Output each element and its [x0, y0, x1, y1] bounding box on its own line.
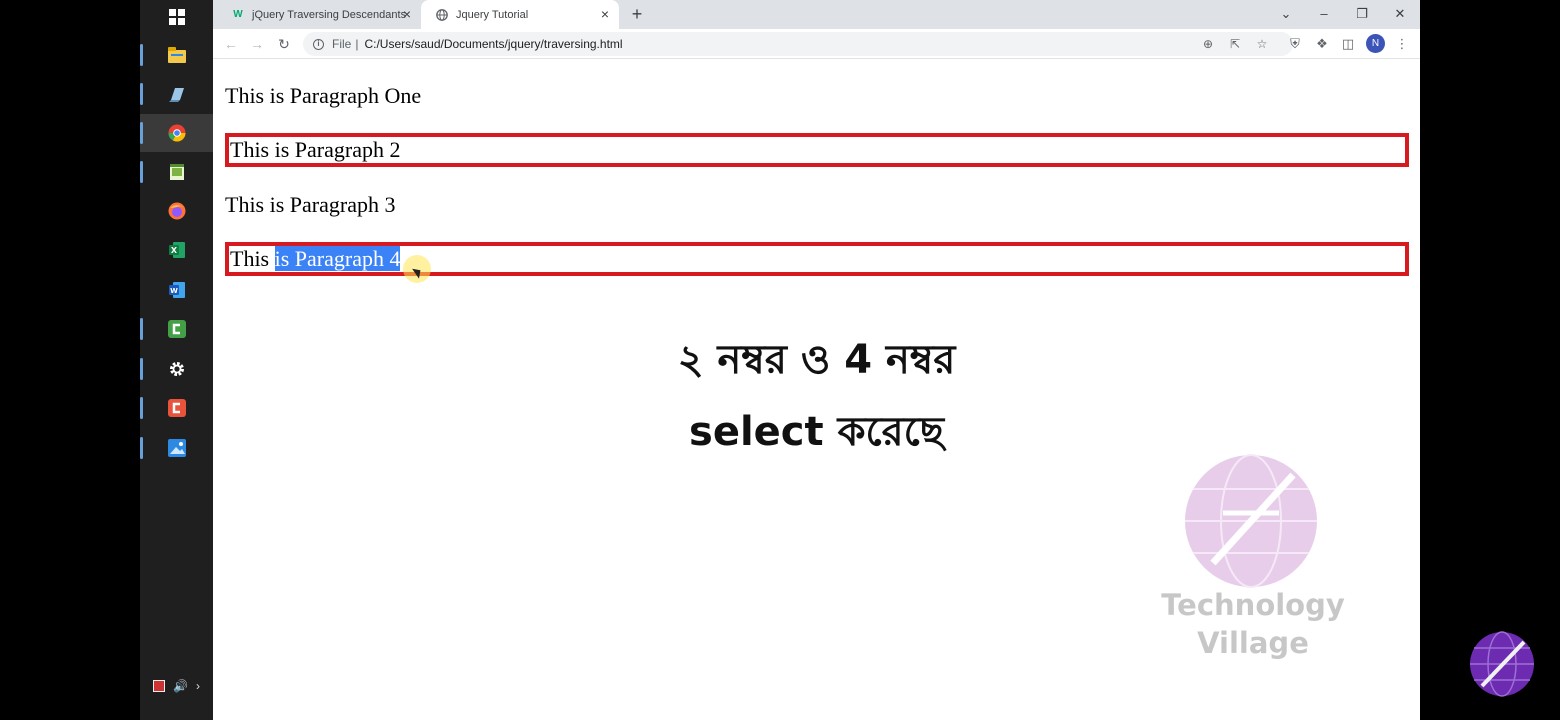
- globe-favicon-icon: [435, 8, 449, 22]
- paragraph-2-text: This is Paragraph 2: [230, 137, 401, 162]
- letterbox-right: [1420, 0, 1560, 720]
- tab-title: Jquery Tutorial: [456, 8, 529, 21]
- extensions-puzzle-icon[interactable]: ❖: [1312, 34, 1332, 54]
- side-panel-icon[interactable]: ◫: [1338, 34, 1358, 54]
- taskbar-camtasia-recorder[interactable]: [140, 389, 213, 427]
- paragraph-4-prefix: This: [230, 246, 275, 271]
- paragraph-2-highlighted: This is Paragraph 2: [225, 133, 1409, 167]
- taskbar-settings[interactable]: [140, 350, 213, 388]
- chrome-icon: [168, 124, 185, 142]
- tab-search-chevron-icon[interactable]: ⌄: [1271, 2, 1301, 26]
- running-indicator: [140, 44, 143, 66]
- browser-window: W jQuery Traversing Descendants × Jquery…: [213, 0, 1420, 720]
- svg-text:X: X: [170, 246, 177, 255]
- url-scheme: File: [332, 37, 352, 51]
- close-tab-icon[interactable]: ×: [399, 6, 415, 22]
- watermark-line-2: Village: [1197, 626, 1309, 660]
- screen: X W 🔊 › W jQuery Traversing Descendants …: [0, 0, 1560, 720]
- watermark-globe-icon: [1185, 454, 1317, 588]
- camtasia-recorder-icon: [167, 399, 186, 417]
- minimize-button[interactable]: –: [1309, 2, 1339, 26]
- running-indicator: [140, 318, 143, 340]
- camtasia-icon: [167, 320, 186, 338]
- new-tab-button[interactable]: +: [627, 4, 647, 24]
- word-icon: W: [168, 282, 185, 298]
- system-tray: 🔊 ›: [140, 674, 213, 698]
- profile-avatar[interactable]: N: [1366, 34, 1385, 53]
- running-indicator: [140, 122, 143, 144]
- taskbar-camtasia[interactable]: [140, 310, 213, 348]
- windows-start-icon: [168, 9, 185, 25]
- running-indicator: [140, 83, 143, 105]
- share-icon[interactable]: ⇱: [1225, 32, 1245, 56]
- extension-shield-icon[interactable]: ⛨: [1285, 34, 1305, 54]
- taskbar-chrome[interactable]: [140, 114, 213, 152]
- channel-logo-icon: [1470, 631, 1534, 697]
- url-separator: |: [355, 37, 359, 51]
- caption-line-1: ২ নম্বর ও 4 নম্বর: [677, 337, 956, 383]
- volume-icon[interactable]: 🔊: [173, 679, 188, 693]
- start-button[interactable]: [140, 0, 213, 36]
- taskbar-word[interactable]: W: [140, 271, 213, 309]
- taskbar-excel[interactable]: X: [140, 231, 213, 269]
- url-text[interactable]: C:/Users/saud/Documents/jquery/traversin…: [364, 37, 622, 51]
- notepad-icon: [168, 88, 184, 102]
- paragraph-4-selected-text[interactable]: is Paragraph 4: [274, 246, 401, 271]
- menu-kebab-icon[interactable]: ⋮: [1392, 34, 1412, 54]
- taskbar-photos[interactable]: [140, 429, 213, 467]
- paragraph-3: This is Paragraph 3: [225, 192, 396, 217]
- zoom-icon[interactable]: ⊕: [1198, 32, 1218, 56]
- reload-icon[interactable]: ↻: [274, 34, 294, 54]
- browser-toolbar: ← → ↻ i File | C:/Users/saud/Documents/j…: [213, 29, 1420, 59]
- bookmark-star-icon[interactable]: ☆: [1252, 32, 1272, 56]
- show-hidden-icons-chevron-icon[interactable]: ›: [196, 679, 200, 693]
- tab-title: jQuery Traversing Descendants: [252, 8, 407, 21]
- back-arrow-icon[interactable]: ←: [221, 34, 241, 54]
- photos-icon: [167, 439, 186, 457]
- close-tab-icon[interactable]: ×: [597, 6, 613, 22]
- excel-icon: X: [168, 242, 185, 258]
- taskbar: X W 🔊 ›: [140, 0, 213, 720]
- paragraph-1: This is Paragraph One: [225, 83, 422, 108]
- address-bar[interactable]: i File | C:/Users/saud/Documents/jquery/…: [303, 32, 1293, 56]
- tab-jquery-tutorial[interactable]: Jquery Tutorial ×: [421, 0, 619, 29]
- running-indicator: [140, 161, 143, 183]
- letterbox-left: [0, 0, 140, 720]
- taskbar-firefox[interactable]: [140, 192, 213, 230]
- taskbar-notepad-plus-plus[interactable]: [140, 153, 213, 191]
- file-explorer-icon: [167, 47, 186, 63]
- forward-arrow-icon[interactable]: →: [247, 34, 267, 54]
- page-content: This is Paragraph One This is Paragraph …: [213, 60, 1420, 720]
- firefox-icon: [168, 202, 185, 220]
- taskbar-file-explorer[interactable]: [140, 36, 213, 74]
- taskbar-notepad[interactable]: [140, 75, 213, 113]
- tab-strip: W jQuery Traversing Descendants × Jquery…: [213, 0, 1420, 29]
- site-info-icon[interactable]: i: [313, 38, 324, 50]
- w3schools-favicon-icon: W: [233, 9, 243, 20]
- running-indicator: [140, 397, 143, 419]
- running-indicator: [140, 437, 143, 459]
- antivirus-tray-icon[interactable]: [153, 680, 166, 692]
- watermark-line-1: Technology: [1161, 588, 1345, 622]
- tab-jquery-traversing-descendants[interactable]: W jQuery Traversing Descendants ×: [217, 0, 421, 29]
- svg-text:W: W: [170, 287, 178, 295]
- restore-button[interactable]: ❐: [1347, 2, 1377, 26]
- running-indicator: [140, 358, 143, 380]
- settings-icon: [169, 362, 184, 376]
- close-window-button[interactable]: ✕: [1385, 2, 1415, 26]
- notepad-plus-plus-icon: [169, 164, 184, 180]
